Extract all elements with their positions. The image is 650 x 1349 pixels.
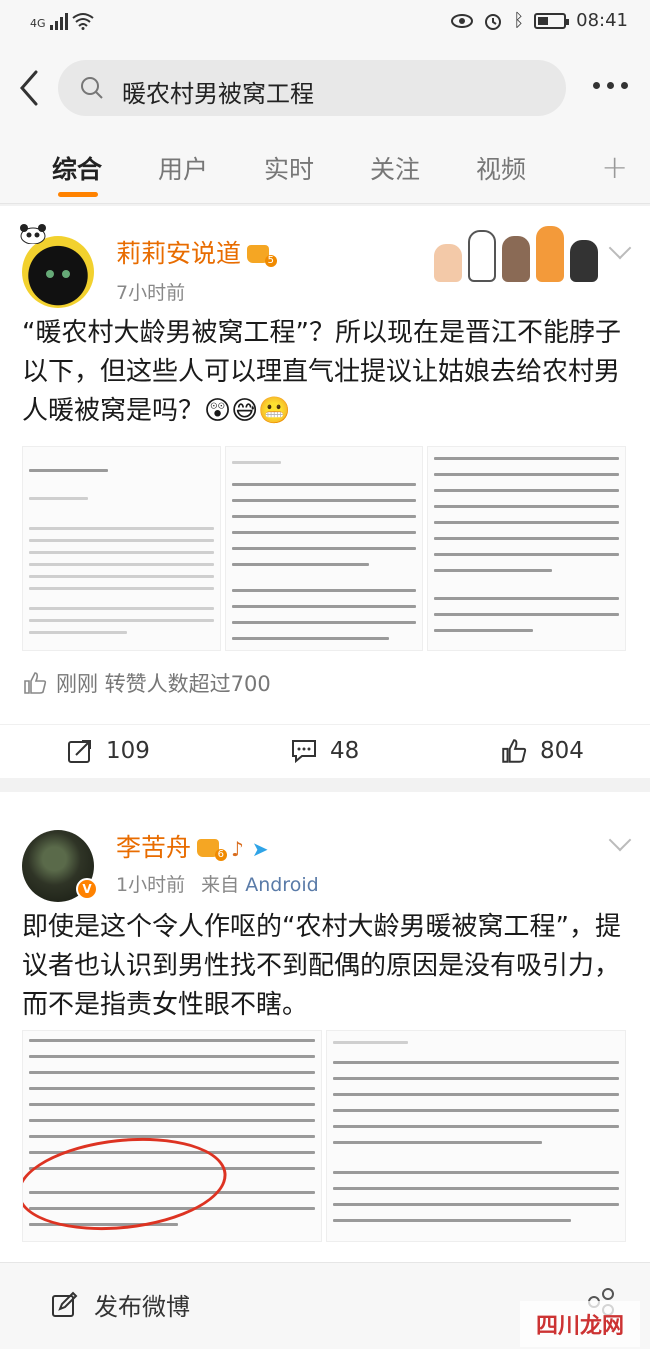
post-card: 莉莉安说道 5 7小时前 “暖农村大龄男被窝工程”？所以现在是晋江不能脖子以下，但… bbox=[0, 206, 650, 778]
paw-icon bbox=[570, 240, 598, 282]
post-image[interactable] bbox=[427, 446, 627, 651]
paw-icon bbox=[502, 236, 530, 282]
post-time: 7小时前 bbox=[116, 282, 186, 304]
repost-icon bbox=[68, 740, 91, 763]
clock: 08:41 bbox=[576, 10, 628, 31]
signal-indicator: 4G bbox=[30, 12, 94, 30]
avatar-eye bbox=[46, 270, 54, 278]
comment-count: 48 bbox=[330, 738, 360, 764]
repost-button[interactable]: 109 bbox=[66, 737, 150, 765]
post-text: 即使是这个令人作呕的“农村大龄男暖被窝工程”，提议者也认识到男性找不到配偶的原因… bbox=[22, 912, 621, 1020]
eye-icon bbox=[451, 13, 474, 28]
watermark: 四川龙网 bbox=[520, 1301, 640, 1347]
post-image[interactable] bbox=[22, 1030, 322, 1242]
guitar-icon: ♪ bbox=[231, 837, 244, 861]
post-image[interactable] bbox=[22, 446, 221, 651]
verified-badge-icon: V bbox=[76, 878, 98, 900]
status-icons: ᛒ 08:41 bbox=[451, 10, 628, 31]
post-actions: 109 48 804 bbox=[0, 724, 650, 778]
author-name: 李苦舟 bbox=[116, 833, 192, 862]
search-input[interactable]: 暖农村男被窝工程 bbox=[58, 60, 566, 116]
battery-icon bbox=[534, 12, 570, 29]
more-options-icon[interactable] bbox=[593, 82, 628, 89]
paper-plane-icon: ➤ bbox=[251, 837, 269, 861]
active-tab-indicator bbox=[58, 192, 98, 197]
post-image[interactable] bbox=[224, 446, 424, 651]
post-author[interactable]: 李苦舟 6 ♪ ➤ bbox=[116, 828, 269, 864]
chevron-down-icon[interactable] bbox=[608, 236, 632, 260]
thumbs-up-icon bbox=[24, 672, 47, 694]
post-image[interactable] bbox=[326, 1030, 626, 1242]
alarm-icon bbox=[485, 13, 502, 30]
post-card: V 李苦舟 6 ♪ ➤ 1小时前 来自 Android 即使是这个令人作呕的“农村大龄… bbox=[0, 792, 650, 1262]
source-label: 来自 bbox=[201, 874, 240, 896]
edit-icon bbox=[52, 1291, 78, 1317]
network-type: 4G bbox=[30, 17, 46, 30]
post-text: “暖农村大龄男被窝工程”？所以现在是晋江不能脖子以下，但这些人可以理直气壮提议让… bbox=[22, 318, 621, 426]
panda-decoration-icon bbox=[20, 224, 46, 244]
forward-milestone: 刚刚 转赞人数超过700 bbox=[22, 668, 271, 698]
forward-note-text: 刚刚 转赞人数超过700 bbox=[56, 672, 271, 696]
tab-general[interactable]: 综合 bbox=[52, 150, 102, 186]
paw-icon bbox=[468, 230, 496, 282]
compose-button[interactable]: 发布微博 bbox=[50, 1287, 190, 1322]
post-images bbox=[22, 1030, 626, 1242]
author-name: 莉莉安说道 bbox=[116, 239, 242, 268]
comment-icon bbox=[292, 740, 316, 764]
tab-video[interactable]: 视频 bbox=[476, 150, 526, 186]
bluetooth-icon: ᛒ bbox=[513, 10, 525, 31]
tab-users[interactable]: 用户 bbox=[158, 150, 208, 186]
paw-icon bbox=[536, 226, 564, 282]
like-count: 804 bbox=[540, 738, 584, 764]
post-author[interactable]: 莉莉安说道 5 bbox=[116, 234, 278, 270]
bottom-bar: 发布微博 四川龙网 bbox=[0, 1262, 650, 1349]
post-time: 1小时前 bbox=[116, 874, 186, 896]
search-icon bbox=[81, 77, 103, 99]
red-highlight-circle bbox=[23, 1128, 232, 1240]
cat-paws-card-decoration bbox=[434, 210, 604, 282]
tab-bar: 综合 用户 实时 关注 视频 + bbox=[0, 130, 650, 204]
comment-button[interactable]: 48 bbox=[290, 737, 359, 765]
tab-following[interactable]: 关注 bbox=[370, 150, 420, 186]
add-tab-icon[interactable]: + bbox=[601, 148, 628, 186]
compose-label: 发布微博 bbox=[94, 1293, 190, 1321]
chevron-down-icon[interactable] bbox=[608, 828, 632, 852]
back-arrow-icon[interactable] bbox=[14, 68, 44, 108]
like-button[interactable]: 804 bbox=[500, 737, 584, 765]
thumbs-up-icon bbox=[502, 739, 527, 763]
vip-crown-icon: 5 bbox=[247, 241, 278, 267]
avatar-eye bbox=[62, 270, 70, 278]
post-meta: 1小时前 来自 Android bbox=[116, 870, 319, 897]
search-header: 暖农村男被窝工程 bbox=[0, 48, 650, 130]
post-source[interactable]: Android bbox=[245, 874, 318, 896]
search-query: 暖农村男被窝工程 bbox=[122, 80, 314, 108]
status-bar: 4G ᛒ 08:41 bbox=[0, 0, 650, 48]
paw-icon bbox=[434, 244, 462, 282]
vip-crown-icon: 6 bbox=[197, 835, 228, 861]
signal-icon bbox=[49, 12, 68, 30]
avatar[interactable] bbox=[22, 236, 94, 308]
tab-realtime[interactable]: 实时 bbox=[264, 150, 314, 186]
wifi-icon bbox=[71, 13, 94, 30]
repost-count: 109 bbox=[106, 738, 150, 764]
post-images bbox=[22, 446, 627, 651]
